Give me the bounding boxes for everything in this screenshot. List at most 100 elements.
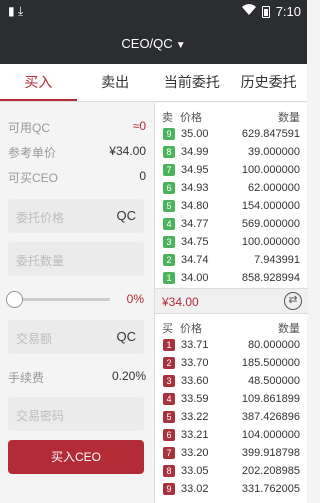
order-book-row[interactable]: 1 33.71 80.000000 <box>155 336 308 353</box>
slider-track[interactable] <box>14 298 110 301</box>
level-badge: 5 <box>163 411 175 423</box>
level-price: 34.74 <box>181 254 209 266</box>
price-input[interactable]: 委托价格 QC <box>8 199 144 233</box>
level-quantity: 185.500000 <box>241 357 300 369</box>
level-badge: 7 <box>163 447 175 459</box>
page-title: CEO/QC <box>121 36 173 51</box>
level-price: 34.75 <box>181 236 209 248</box>
order-book-row[interactable]: 4 33.59 109.861899 <box>155 390 308 407</box>
level-quantity: 858.928994 <box>241 272 300 284</box>
order-book-row[interactable]: 2 33.70 185.500000 <box>155 354 308 371</box>
level-quantity: 104.000000 <box>241 429 300 441</box>
available-value: ≈0 <box>132 119 146 133</box>
level-quantity: 109.861899 <box>241 393 300 405</box>
level-price: 33.71 <box>181 339 209 351</box>
level-quantity: 100.000000 <box>241 236 300 248</box>
order-book-row[interactable]: 4 34.77 569.000000 <box>155 215 308 232</box>
order-book-row[interactable]: 8 34.99 39.000000 <box>155 143 308 160</box>
trade-tabs: 买入 卖出 当前委托 历史委托 <box>0 64 307 102</box>
order-book: 卖 价格 数量 9 35.00 629.847591 8 34.99 39.000000 7… <box>154 103 308 503</box>
level-price: 33.05 <box>181 465 209 477</box>
level-quantity: 7.943991 <box>254 254 300 266</box>
price-placeholder: 委托价格 <box>16 211 65 225</box>
level-price: 33.02 <box>181 483 209 495</box>
can-buy-row: 可买CEO 0 <box>8 167 146 187</box>
tab-current-orders[interactable]: 当前委托 <box>154 64 231 101</box>
battery-icon <box>261 5 270 18</box>
sell-book-header: 卖 价格 数量 <box>155 107 308 124</box>
level-badge: 4 <box>163 393 175 405</box>
ref-price-row: 参考单价 ¥34.00 <box>8 142 146 162</box>
swap-icon[interactable]: ⇄ <box>284 292 302 310</box>
buy-side-label: 买 <box>162 323 173 335</box>
password-input[interactable]: 交易密码 <box>8 397 144 431</box>
level-price: 34.00 <box>181 272 209 284</box>
level-price: 33.59 <box>181 393 209 405</box>
level-badge: 7 <box>163 164 175 176</box>
level-badge: 2 <box>163 254 175 266</box>
last-price-bar: ¥34.00 ⇄ <box>155 288 308 314</box>
order-book-row[interactable]: 9 35.00 629.847591 <box>155 125 308 142</box>
tab-buy[interactable]: 买入 <box>0 64 77 101</box>
market-selector[interactable]: CEO/QC ▼ <box>0 36 307 51</box>
order-book-row[interactable]: 7 34.95 100.000000 <box>155 161 308 178</box>
level-badge: 8 <box>163 146 175 158</box>
can-buy-label: 可买CEO <box>8 171 59 185</box>
order-book-row[interactable]: 6 34.93 62.000000 <box>155 179 308 196</box>
fee-label: 手续费 <box>8 371 45 385</box>
level-price: 34.95 <box>181 164 209 176</box>
order-book-row[interactable]: 1 34.00 858.928994 <box>155 269 308 286</box>
order-book-row[interactable]: 2 34.74 7.943991 <box>155 251 308 268</box>
order-book-row[interactable]: 5 33.22 387.426896 <box>155 408 308 425</box>
level-quantity: 48.500000 <box>248 375 300 387</box>
level-quantity: 629.847591 <box>241 128 300 140</box>
level-quantity: 399.918798 <box>241 447 300 459</box>
sell-qty-header: 数量 <box>278 112 300 124</box>
slider-percent: 0% <box>126 292 144 306</box>
quantity-input[interactable]: 委托数量 <box>8 242 144 276</box>
level-badge: 5 <box>163 200 175 212</box>
level-quantity: 569.000000 <box>241 218 300 230</box>
buy-button[interactable]: 买入CEO <box>8 440 144 474</box>
order-book-row[interactable]: 3 34.75 100.000000 <box>155 233 308 250</box>
status-time: 7:10 <box>275 4 301 19</box>
level-quantity: 331.762005 <box>241 483 300 495</box>
amount-slider[interactable]: 0% <box>4 288 154 310</box>
level-price: 33.20 <box>181 447 209 459</box>
level-badge: 1 <box>163 339 175 351</box>
level-badge: 2 <box>163 357 175 369</box>
buy-price-header: 价格 <box>180 323 202 335</box>
order-book-row[interactable]: 7 33.20 399.918798 <box>155 444 308 461</box>
level-badge: 9 <box>163 128 175 140</box>
order-book-row[interactable]: 9 33.02 331.762005 <box>155 480 308 497</box>
level-badge: 3 <box>163 375 175 387</box>
level-quantity: 100.000000 <box>241 164 300 176</box>
amount-unit: QC <box>116 329 137 344</box>
order-book-row[interactable]: 6 33.21 104.000000 <box>155 426 308 443</box>
buy-book-header: 买 价格 数量 <box>155 318 308 335</box>
fee-row: 手续费 0.20% <box>8 367 146 387</box>
tab-sell[interactable]: 卖出 <box>77 64 154 101</box>
tab-history-orders[interactable]: 历史委托 <box>230 64 307 101</box>
level-quantity: 80.000000 <box>248 339 300 351</box>
order-book-row[interactable]: 5 34.80 154.000000 <box>155 197 308 214</box>
last-price: ¥34.00 <box>162 295 199 309</box>
order-book-row[interactable]: 3 33.60 48.500000 <box>155 372 308 389</box>
level-quantity: 154.000000 <box>241 200 300 212</box>
level-badge: 6 <box>163 429 175 441</box>
slider-handle[interactable] <box>6 291 23 308</box>
level-quantity: 62.000000 <box>248 182 300 194</box>
available-label: 可用QC <box>8 121 51 135</box>
level-badge: 3 <box>163 236 175 248</box>
fee-value: 0.20% <box>111 369 146 383</box>
level-quantity: 387.426896 <box>241 411 300 423</box>
chevron-down-icon: ▼ <box>175 40 186 51</box>
level-price: 33.60 <box>181 375 209 387</box>
amount-input[interactable]: 交易额 QC <box>8 320 144 354</box>
buy-qty-header: 数量 <box>278 323 300 335</box>
can-buy-value: 0 <box>139 169 146 183</box>
quantity-placeholder: 委托数量 <box>16 254 65 268</box>
price-unit: QC <box>116 208 137 223</box>
level-badge: 6 <box>163 182 175 194</box>
order-book-row[interactable]: 8 33.05 202.208985 <box>155 462 308 479</box>
